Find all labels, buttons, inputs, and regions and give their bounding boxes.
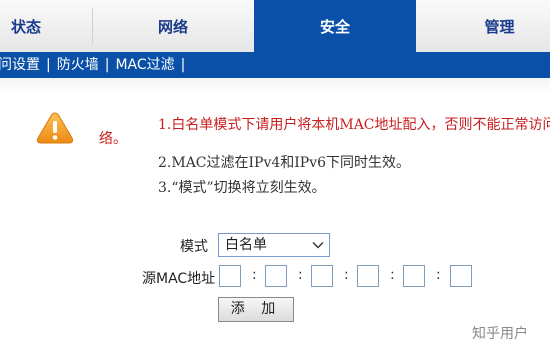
sub-nav: 问设置 | 防火墙 | MAC过滤 | [0,52,550,78]
mac-octet-2-input[interactable] [265,265,287,287]
mac-colon: : [298,267,303,283]
note-whitelist-warning-continued: 络。 [99,131,127,147]
add-button[interactable]: 添 加 [218,297,294,322]
subnav-item-access-settings[interactable]: 问设置 [0,52,40,78]
mode-label: 模式 [180,239,208,255]
content-top-shade [0,78,550,92]
mac-octet-1-input[interactable] [219,265,241,287]
subnav-item-mac-filter[interactable]: MAC过滤 [115,52,174,78]
mac-address-label: 源MAC地址 [142,271,216,287]
watermark: 知乎用户 [472,326,528,342]
mac-colon: : [252,267,257,283]
mac-octet-4-input[interactable] [357,265,379,287]
note-ipv4-ipv6: 2.MAC过滤在IPv4和IPv6下同时生效。 [158,155,411,171]
tab-manage[interactable]: 管理 [417,0,550,52]
tab-status[interactable]: 状态 [0,0,92,52]
chevron-down-icon [312,242,324,249]
mac-octet-3-input[interactable] [311,265,333,287]
mac-colon: : [436,267,441,283]
mac-octet-5-input[interactable] [403,265,425,287]
mode-select[interactable]: 白名单 [218,233,330,257]
note-mode-switch: 3.“模式”切换将立刻生效。 [158,180,326,196]
mac-colon: : [344,267,349,283]
mode-select-value: 白名单 [225,237,267,253]
subnav-separator: | [46,57,51,73]
top-nav: 状态 网络 安全 管理 [0,0,550,53]
mac-octet-6-input[interactable] [450,265,472,287]
tab-security[interactable]: 安全 [254,0,416,52]
subnav-separator: | [180,57,186,73]
warning-icon [36,112,74,144]
subnav-separator: | [104,57,110,73]
router-admin-page: 状态 网络 安全 管理 问设置 | 防火墙 | MAC过滤 | 1.白名单模式下请用户将本… [0,0,550,355]
tab-network[interactable]: 网络 [93,0,253,52]
mac-colon: : [390,267,395,283]
subnav-item-firewall[interactable]: 防火墙 [57,52,99,78]
note-whitelist-warning: 1.白名单模式下请用户将本机MAC地址配入，否则不能正常访问 [158,117,550,133]
